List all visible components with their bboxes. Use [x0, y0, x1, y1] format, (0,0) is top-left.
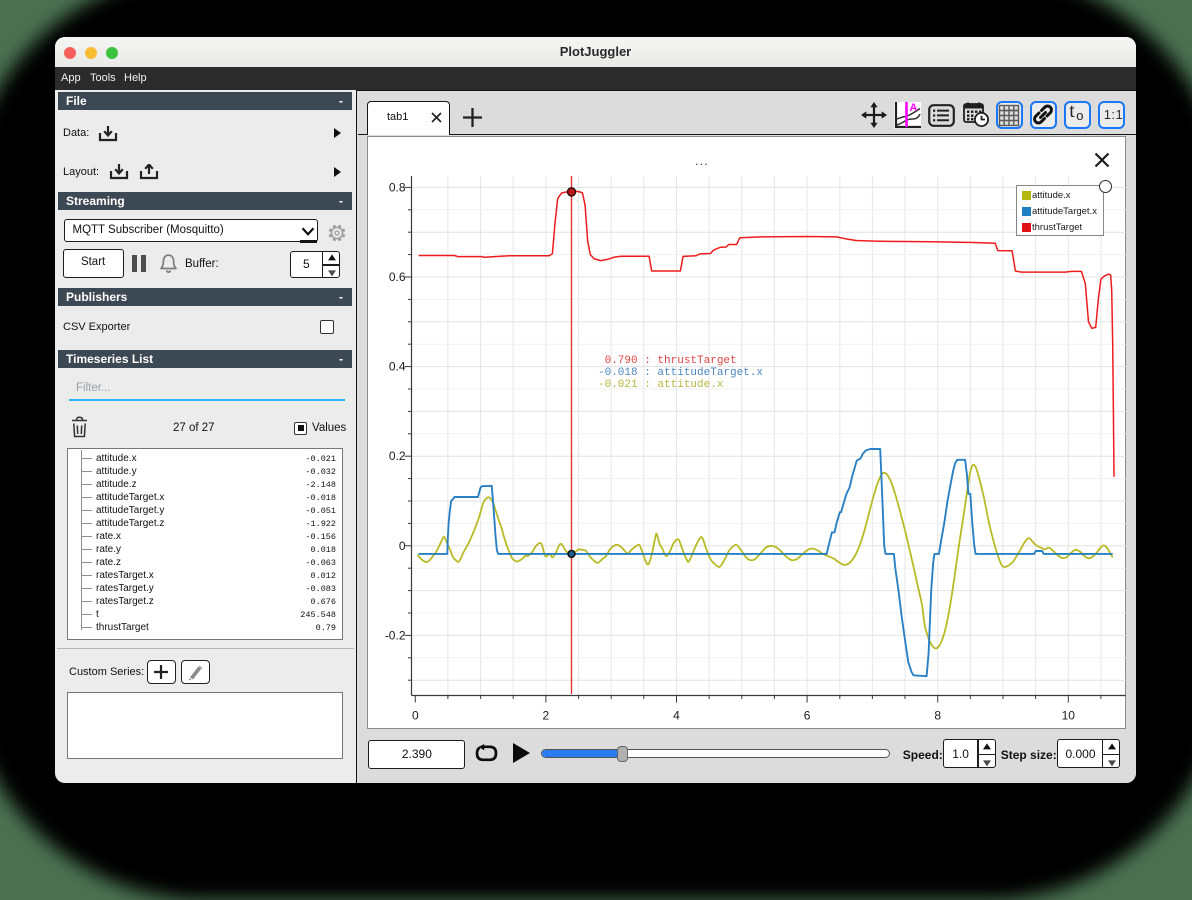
svg-text:6: 6 — [804, 709, 811, 723]
svg-text:8: 8 — [934, 709, 941, 723]
svg-text:10: 10 — [1062, 709, 1076, 723]
svg-text:0: 0 — [412, 709, 419, 723]
svg-text:4: 4 — [673, 709, 680, 723]
svg-text:0.2: 0.2 — [389, 449, 406, 463]
svg-text:-0.2: -0.2 — [385, 628, 406, 642]
svg-text:0: 0 — [399, 539, 406, 553]
svg-text:2: 2 — [543, 709, 550, 723]
svg-text:0.8: 0.8 — [389, 180, 406, 194]
svg-text:A: A — [910, 102, 918, 114]
svg-text:0.6: 0.6 — [389, 270, 406, 284]
svg-text:0.4: 0.4 — [389, 360, 406, 374]
